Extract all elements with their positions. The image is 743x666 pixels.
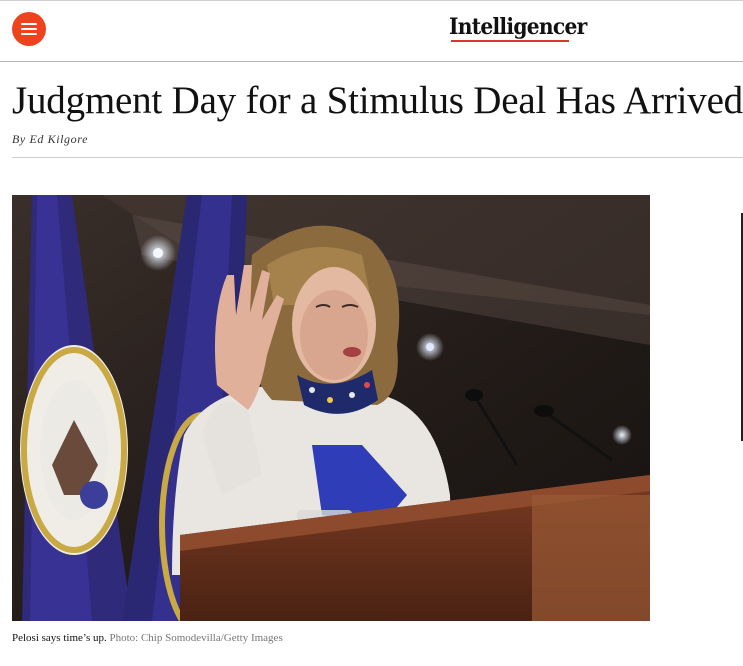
- photo-credit: Photo: Chip Somodevilla/Getty Images: [109, 632, 283, 644]
- hamburger-menu-icon[interactable]: [12, 12, 46, 46]
- article-hero-image[interactable]: [12, 195, 650, 621]
- hero-photo-illustration: [12, 195, 650, 621]
- byline-divider: [12, 157, 743, 158]
- site-logo[interactable]: Intelligencer: [449, 14, 587, 40]
- site-header: Intelligencer: [0, 0, 743, 62]
- header-divider: [0, 61, 743, 62]
- image-caption: Pelosi says time’s up. Photo: Chip Somod…: [12, 632, 283, 644]
- logo-underline: [451, 40, 569, 42]
- article-byline[interactable]: By Ed Kilgore: [12, 132, 88, 147]
- article-headline: Judgment Day for a Stimulus Deal Has Arr…: [12, 79, 743, 122]
- caption-text: Pelosi says time’s up.: [12, 632, 107, 644]
